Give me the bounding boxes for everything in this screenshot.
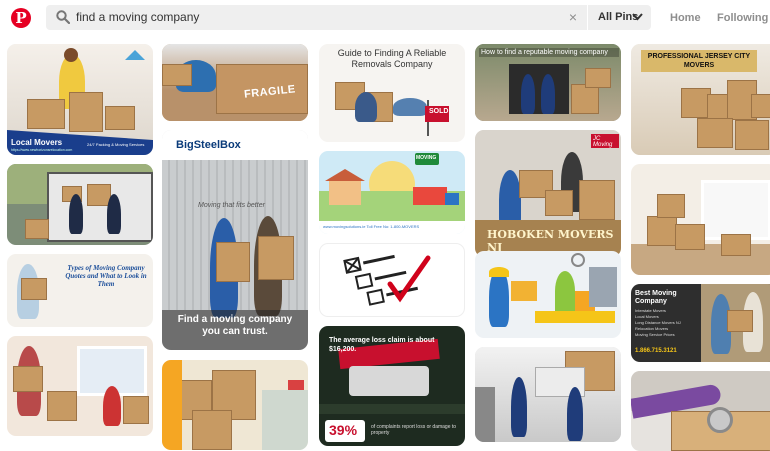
nav-following[interactable]: Following xyxy=(717,0,768,36)
pin-truck-movers[interactable] xyxy=(7,164,153,245)
search-input[interactable]: find a moving company xyxy=(76,5,199,30)
search-scope-dropdown[interactable]: All Pins xyxy=(587,5,651,30)
pin-best-moving-company[interactable]: Best Moving Company Interstate Movers Lo… xyxy=(631,284,770,362)
search-bar[interactable]: find a moving company × xyxy=(46,5,587,30)
pin-title: PROFESSIONAL JERSEY CITY MOVERS xyxy=(641,50,757,72)
stat-value: 39% xyxy=(329,422,358,438)
brand-tag: JC Moving xyxy=(593,136,613,148)
service-list: Interstate Movers Local Movers Long Dist… xyxy=(635,308,701,338)
pin-stacked-boxes[interactable] xyxy=(162,360,308,450)
checklist-icon xyxy=(343,254,431,306)
pin-phone: 1.866.715.3121 xyxy=(635,348,677,354)
pin-family-boxes[interactable] xyxy=(7,336,153,436)
pin-title: Best Moving Company xyxy=(635,290,677,305)
pin-jersey-city-movers[interactable]: PROFESSIONAL JERSEY CITY MOVERS xyxy=(631,44,770,155)
pin-reputable-company[interactable]: How to find a reputable moving company xyxy=(475,44,621,121)
brand-logo: BigSteelBox xyxy=(176,139,241,151)
service-item: Moving Service Prices xyxy=(635,332,675,337)
pin-moving-illustration[interactable]: MOVING www.movingsolutions.ie Toll Free … xyxy=(319,151,465,234)
pin-footer: www.movingsolutions.ie Toll Free No: 1-8… xyxy=(323,224,420,229)
pin-title: Guide to Finding A Reliable Removals Com… xyxy=(337,48,447,69)
pin-bigsteelbox[interactable]: BigSteelBox Moving that fits better Find… xyxy=(162,130,308,350)
pin-hoboken-movers[interactable]: JC Moving HOBOKEN MOVERS NJ xyxy=(475,130,621,257)
pin-url: https://www.newhorizonsrelocation.com xyxy=(11,148,73,152)
pin-empty-room-boxes[interactable] xyxy=(631,164,770,275)
pin-checklist[interactable] xyxy=(319,243,465,317)
container-slogan: Moving that fits better xyxy=(198,202,265,209)
clear-search-icon[interactable]: × xyxy=(569,5,577,30)
pin-subtitle: 24/7 Packing & Moving Services xyxy=(87,142,145,147)
pin-title: How to find a reputable moving company xyxy=(479,48,619,57)
stat-caption: of complaints report loss or damage to p… xyxy=(371,424,457,436)
pin-title: The average loss claim is about $16,200. xyxy=(329,337,435,353)
pin-types-quotes[interactable]: Types of Moving Company Quotes and What … xyxy=(7,254,153,327)
pin-fragile[interactable]: FRAGILE xyxy=(162,44,308,121)
nav-home[interactable]: Home xyxy=(670,0,701,36)
pin-caption: Find a moving company you can trust. xyxy=(177,314,293,337)
search-icon xyxy=(56,10,70,24)
pin-local-movers[interactable]: Local Movers 24/7 Packing & Moving Servi… xyxy=(7,44,153,155)
pinterest-logo[interactable]: P xyxy=(11,8,31,28)
pin-average-loss[interactable]: The average loss claim is about $16,200.… xyxy=(319,326,465,446)
pin-removals-guide[interactable]: Guide to Finding A Reliable Removals Com… xyxy=(319,44,465,142)
top-bar: P find a moving company × All Pins Home … xyxy=(0,0,770,38)
sold-sign: SOLD xyxy=(429,108,449,115)
pin-packing-tape[interactable] xyxy=(631,371,770,451)
pin-title: Local Movers xyxy=(11,138,63,147)
pin-badge: MOVING xyxy=(416,155,437,161)
pin-movers-couch[interactable] xyxy=(475,347,621,442)
pin-title: Types of Moving Company Quotes and What … xyxy=(65,264,147,288)
pin-mover-illustration[interactable] xyxy=(475,251,621,338)
chevron-down-icon xyxy=(632,13,643,21)
